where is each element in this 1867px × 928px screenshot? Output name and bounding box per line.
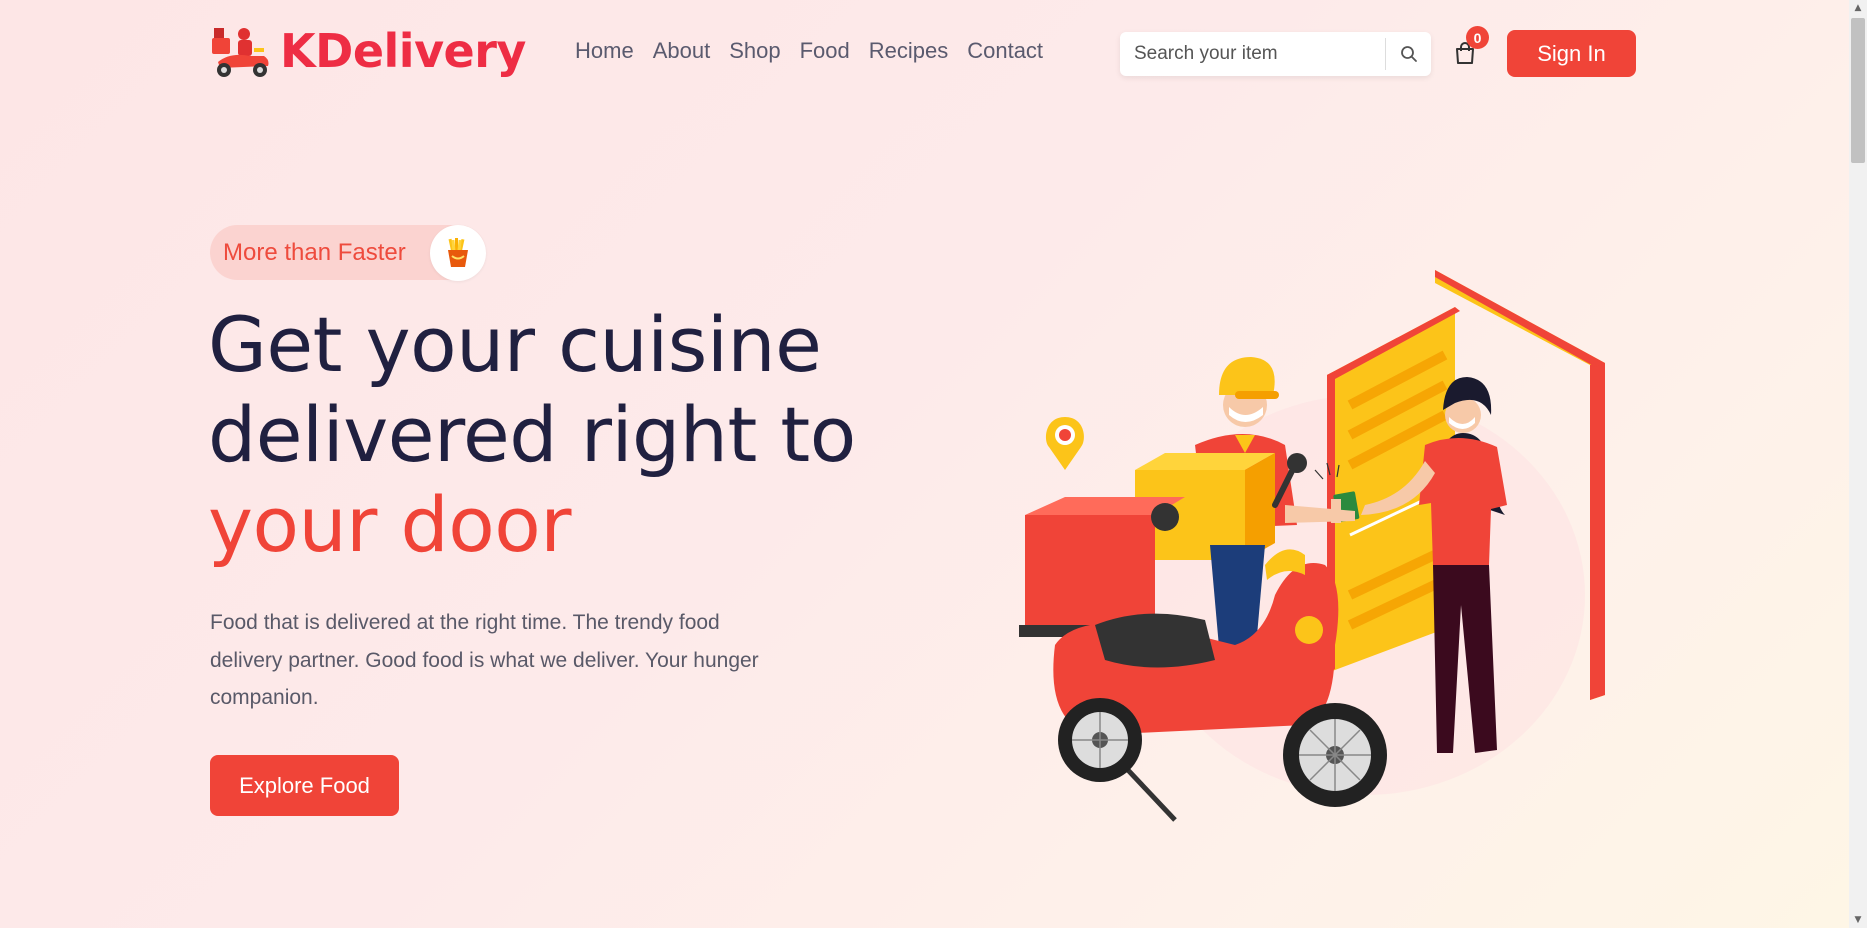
search-button[interactable] (1385, 38, 1431, 70)
scroll-up-arrow-icon[interactable]: ▲ (1853, 3, 1863, 13)
cart-count-badge: 0 (1466, 26, 1489, 49)
french-fries-icon (430, 225, 486, 281)
nav-contact[interactable]: Contact (967, 38, 1043, 64)
sign-in-button[interactable]: Sign In (1507, 30, 1636, 77)
location-pin-icon (1046, 417, 1084, 470)
nav-about[interactable]: About (653, 38, 711, 64)
hero-description: Food that is delivered at the right time… (210, 611, 759, 709)
headline-line-2: delivered right to (208, 390, 856, 479)
headline-line-1: Get your cuisine (208, 300, 822, 389)
hero-badge-text: More than Faster (223, 238, 406, 266)
search-bar (1120, 32, 1431, 76)
scrollbar-thumb[interactable] (1851, 18, 1865, 163)
delivery-scooter-icon (210, 22, 272, 80)
hero-headline: Get your cuisine delivered right to your… (208, 300, 856, 570)
nav-food[interactable]: Food (800, 38, 850, 64)
scroll-down-arrow-icon[interactable]: ▼ (1853, 915, 1863, 925)
nav-shop[interactable]: Shop (729, 38, 780, 64)
brand-logo[interactable]: KDelivery (210, 22, 526, 80)
nav-home[interactable]: Home (575, 38, 634, 64)
search-input[interactable] (1120, 32, 1385, 76)
brand-name: KDelivery (280, 24, 526, 78)
hero-badge: More than Faster (210, 225, 486, 281)
delivery-illustration (1005, 265, 1615, 825)
explore-food-button[interactable]: Explore Food (210, 755, 399, 816)
page-scrollbar[interactable]: ▲ ▼ (1849, 0, 1867, 928)
search-icon (1400, 46, 1417, 62)
nav-recipes[interactable]: Recipes (869, 38, 948, 64)
main-nav: Home About Shop Food Recipes Contact (575, 38, 1043, 64)
headline-accent: your door (208, 480, 572, 569)
